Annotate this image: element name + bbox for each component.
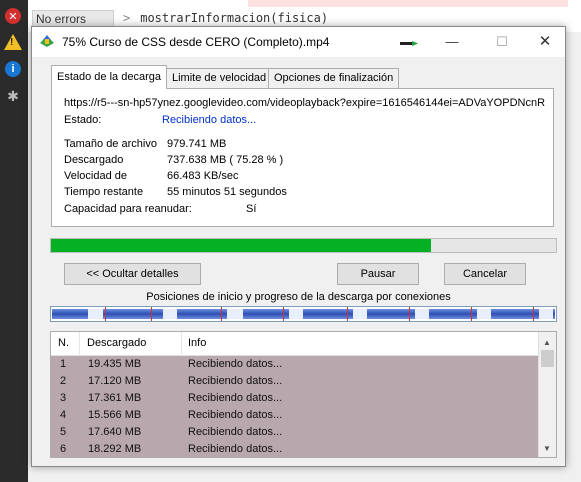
connection-gap [88,309,103,319]
warning-icon[interactable]: ! [4,34,22,50]
row-number: 1 [60,358,67,370]
resume-capability-label: Capacidad para reanudar: [64,203,192,215]
connection-gap [353,309,367,319]
tab-download-status[interactable]: Estado de la decarga [51,65,167,89]
table-body: 1 19.435 MB Recibiendo datos... 2 17.120 MB… [51,356,538,457]
prompt-chevron-icon: > [123,11,131,25]
row-downloaded: 19.435 MB [88,358,142,370]
file-size-value: 979.741 MB [167,138,227,150]
download-url: https://r5---sn-hp57ynez.googlevideo.com… [64,97,546,109]
time-remaining-value: 55 minutos 51 segundos [167,186,287,198]
row-info: Recibiendo datos... [188,392,283,404]
row-downloaded: 17.120 MB [88,375,142,387]
downloaded-label: Descargado [64,154,124,166]
column-header-number[interactable]: N. [58,337,69,349]
status-panel: https://r5---sn-hp57ynez.googlevideo.com… [51,88,554,227]
table-row[interactable]: 4 15.566 MB Recibiendo datos... [51,407,538,424]
connection-start-marker [221,307,222,321]
connection-gap [539,309,553,319]
speed-limiter-icon[interactable] [400,41,418,47]
progress-fill [51,239,432,252]
window-title: 75% Curso de CSS desde CERO (Completo).m… [62,35,330,49]
minimize-button[interactable]: — [437,32,467,52]
table-row[interactable]: 3 17.361 MB Recibiendo datos... [51,390,538,407]
connection-start-marker [151,307,152,321]
bug-icon[interactable]: ✱ [5,88,21,104]
file-size-label: Tamaño de archivo [64,138,157,150]
speed-value: 66.483 KB/sec [167,170,239,182]
row-info: Recibiendo datos... [188,358,283,370]
table-row[interactable]: 1 19.435 MB Recibiendo datos... [51,356,538,373]
row-number: 2 [60,375,67,387]
download-manager-icon [40,35,54,47]
connection-start-marker [533,307,534,321]
row-downloaded: 15.566 MB [88,409,142,421]
row-number: 5 [60,426,67,438]
cancel-button[interactable]: Cancelar [444,263,526,285]
info-icon[interactable]: i [5,61,21,77]
row-number: 6 [60,443,67,455]
title-bar[interactable]: 75% Curso de CSS desde CERO (Completo).m… [32,27,565,57]
column-divider[interactable] [181,332,182,356]
connection-gap [415,309,429,319]
connection-gap [289,309,303,319]
scroll-thumb[interactable] [541,350,554,367]
close-button[interactable]: ✕ [530,32,560,52]
row-downloaded: 18.292 MB [88,443,142,455]
table-header: N. Descargado Info [51,332,538,356]
scroll-up-icon[interactable]: ▲ [543,338,551,347]
tab-speed-limit[interactable]: Limite de velocidad [166,68,273,88]
connection-start-marker [471,307,472,321]
status-label: Estado: [64,114,102,126]
connections-table: N. Descargado Info 1 19.435 MB Recibiendo … [50,331,557,458]
connections-caption: Posiciones de inicio y progreso de la de… [146,291,451,303]
column-header-downloaded[interactable]: Descargado [87,337,146,349]
table-row[interactable]: 5 17.640 MB Recibiendo datos... [51,424,538,441]
code-text: mostrarInformacion(fisica) [140,11,329,25]
tab-completion-options[interactable]: Opciones de finalización [268,68,400,88]
speed-label: Velocidad de [64,170,127,182]
column-divider[interactable] [79,332,80,356]
ide-sidebar: ✕ ! i ✱ [0,0,28,482]
pause-button[interactable]: Pausar [337,263,419,285]
downloaded-value: 737.638 MB ( 75.28 % ) [167,154,284,166]
resume-capability-value: Sí [246,203,257,215]
error-highlight [248,0,568,7]
connection-gap [477,309,491,319]
table-scrollbar[interactable]: ▲ ▼ [538,332,556,457]
row-info: Recibiendo datos... [188,443,283,455]
row-info: Recibiendo datos... [188,375,283,387]
download-progress-bar [50,238,557,253]
scroll-down-icon[interactable]: ▼ [543,444,551,453]
download-dialog: 75% Curso de CSS desde CERO (Completo).m… [31,26,566,467]
connection-start-marker [283,307,284,321]
row-downloaded: 17.640 MB [88,426,142,438]
connection-gap [163,309,177,319]
row-info: Recibiendo datos... [188,409,283,421]
row-downloaded: 17.361 MB [88,392,142,404]
row-info: Recibiendo datos... [188,426,283,438]
connection-gap [227,309,243,319]
maximize-button[interactable]: ☐ [487,32,517,52]
status-value: Recibiendo datos... [162,114,257,126]
hide-details-button[interactable]: << Ocultar detalles [64,263,201,285]
connection-start-marker [347,307,348,321]
column-header-info[interactable]: Info [188,337,206,349]
table-row[interactable]: 2 17.120 MB Recibiendo datos... [51,373,538,390]
table-row[interactable]: 6 18.292 MB Recibiendo datos... [51,441,538,457]
row-number: 3 [60,392,67,404]
error-icon[interactable]: ✕ [5,8,21,24]
time-remaining-label: Tiempo restante [64,186,144,198]
connection-start-marker [409,307,410,321]
console-code-line: > mostrarInformacion(fisica) [123,11,328,25]
connection-start-marker [105,307,106,321]
connections-progress-bar [50,306,557,322]
row-number: 4 [60,409,67,421]
